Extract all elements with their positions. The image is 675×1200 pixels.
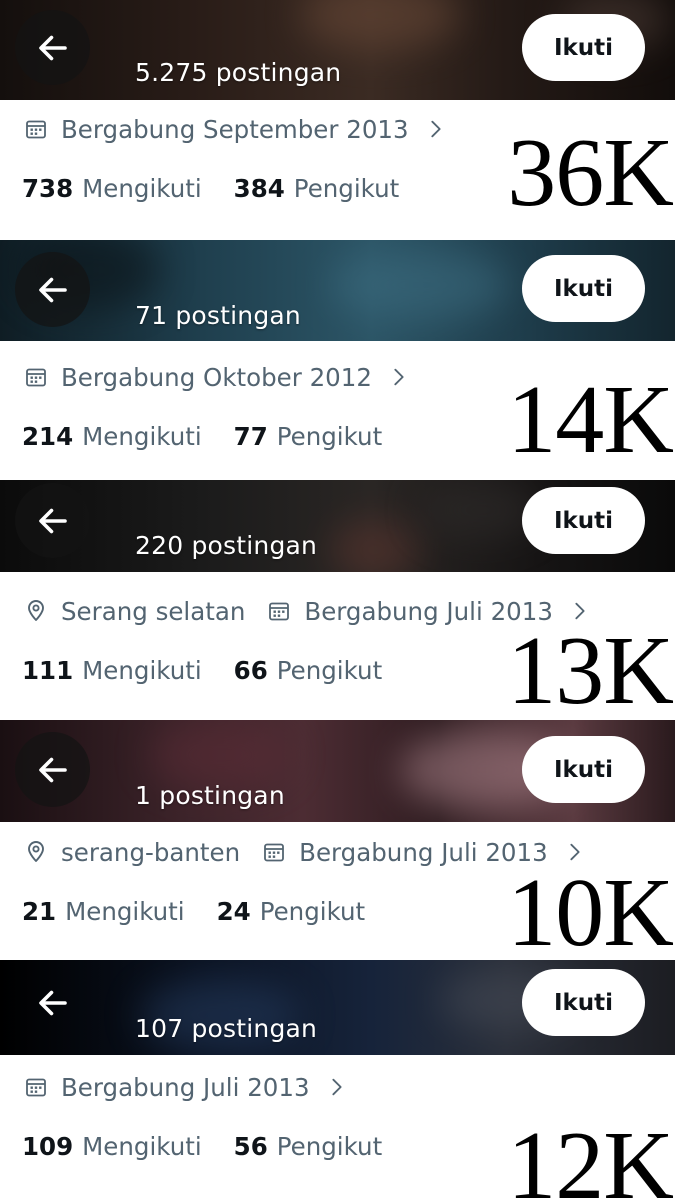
followers-count: 384: [233, 173, 285, 203]
profile-info: Bergabung Juli 2013 109 Mengikuti 56 Pengi…: [0, 1055, 675, 1200]
followers-link[interactable]: 24 Pengikut: [217, 897, 366, 926]
arrow-left-icon: [38, 35, 67, 60]
profile-info: Bergabung September 2013 738 Mengikuti 38…: [0, 100, 675, 240]
followers-link[interactable]: 66 Pengikut: [234, 656, 383, 685]
chevron-right-icon[interactable]: [326, 1076, 348, 1098]
profile-banner: 1 postingan Ikuti: [0, 720, 675, 822]
followers-label: Pengikut: [276, 655, 383, 685]
followers-label: Pengikut: [276, 421, 383, 451]
calendar-icon: [267, 599, 291, 623]
followers-link[interactable]: 384 Pengikut: [234, 174, 400, 203]
joined-date: Bergabung September 2013: [61, 114, 409, 144]
following-label: Mengikuti: [82, 1131, 202, 1161]
profile-info: Serang selatan Bergabung Juli 2013 111 Me…: [0, 572, 675, 720]
following-link[interactable]: 109 Mengikuti: [22, 1132, 202, 1161]
follow-button[interactable]: Ikuti: [522, 487, 645, 554]
back-button[interactable]: [15, 732, 90, 807]
following-link[interactable]: 111 Mengikuti: [22, 656, 202, 685]
post-count: 107 postingan: [135, 1014, 318, 1043]
back-button[interactable]: [15, 965, 90, 1040]
following-label: Mengikuti: [82, 173, 202, 203]
post-count: 5.275 postingan: [135, 58, 342, 87]
followers-link[interactable]: 56 Pengikut: [234, 1132, 383, 1161]
followers-count: 56: [233, 1131, 268, 1161]
profile-card-5: 107 postingan Ikuti Bergabung Juli 2013 …: [0, 960, 675, 1200]
following-label: Mengikuti: [65, 896, 185, 926]
overlay-number: 13K: [507, 617, 674, 720]
following-count: 109: [22, 1131, 74, 1161]
chevron-right-icon[interactable]: [425, 118, 447, 140]
arrow-left-icon: [38, 508, 67, 533]
calendar-icon: [24, 1075, 48, 1099]
overlay-number: 14K: [507, 366, 674, 474]
profile-banner: 220 postingan Ikuti: [0, 480, 675, 572]
following-label: Mengikuti: [82, 655, 202, 685]
arrow-left-icon: [38, 277, 67, 302]
follow-button[interactable]: Ikuti: [522, 255, 645, 322]
location-pin-icon: [24, 599, 48, 623]
following-count: 21: [22, 896, 57, 926]
overlay-number: 36K: [507, 119, 674, 227]
calendar-icon: [262, 840, 286, 864]
follow-button[interactable]: Ikuti: [522, 969, 645, 1036]
following-link[interactable]: 214 Mengikuti: [22, 422, 202, 451]
joined-date: Bergabung Juli 2013: [61, 1072, 310, 1102]
profile-banner: 5.275 postingan Ikuti: [0, 0, 675, 100]
following-link[interactable]: 738 Mengikuti: [22, 174, 202, 203]
following-count: 214: [22, 421, 74, 451]
followers-link[interactable]: 77 Pengikut: [234, 422, 383, 451]
joined-date: Bergabung Oktober 2012: [61, 362, 372, 392]
calendar-icon: [24, 365, 48, 389]
follow-button[interactable]: Ikuti: [522, 736, 645, 803]
calendar-icon: [24, 117, 48, 141]
chevron-right-icon[interactable]: [388, 366, 410, 388]
followers-label: Pengikut: [276, 1131, 383, 1161]
following-label: Mengikuti: [82, 421, 202, 451]
profile-info: Bergabung Oktober 2012 214 Mengikuti 77 Pe…: [0, 341, 675, 480]
followers-count: 24: [216, 896, 251, 926]
post-count: 71 postingan: [135, 301, 301, 330]
back-button[interactable]: [15, 483, 90, 558]
arrow-left-icon: [38, 757, 67, 782]
profile-card-1: 5.275 postingan Ikuti Bergabung Septembe…: [0, 0, 675, 240]
profile-card-3: 220 postingan Ikuti Serang selatan Berga…: [0, 480, 675, 720]
followers-label: Pengikut: [293, 173, 400, 203]
post-count: 220 postingan: [135, 531, 318, 560]
arrow-left-icon: [38, 990, 67, 1015]
profile-card-2: 71 postingan Ikuti Bergabung Oktober 201…: [0, 240, 675, 480]
profile-banner: 71 postingan Ikuti: [0, 240, 675, 341]
post-count: 1 postingan: [135, 781, 285, 810]
back-button[interactable]: [15, 252, 90, 327]
location-pin-icon: [24, 840, 48, 864]
profile-info: serang-banten Bergabung Juli 2013 21 Meng…: [0, 822, 675, 960]
profile-card-4: 1 postingan Ikuti serang-banten Bergabun…: [0, 720, 675, 960]
overlay-number: 12K: [507, 1112, 674, 1200]
profile-banner: 107 postingan Ikuti: [0, 960, 675, 1055]
overlay-number: 10K: [507, 859, 674, 960]
back-button[interactable]: [15, 10, 90, 85]
followers-count: 66: [233, 655, 268, 685]
location-text: serang-banten: [61, 837, 241, 867]
following-count: 738: [22, 173, 74, 203]
followers-label: Pengikut: [259, 896, 366, 926]
follow-button[interactable]: Ikuti: [522, 14, 645, 81]
following-count: 111: [22, 655, 74, 685]
location-text: Serang selatan: [61, 596, 246, 626]
followers-count: 77: [233, 421, 268, 451]
following-link[interactable]: 21 Mengikuti: [22, 897, 185, 926]
